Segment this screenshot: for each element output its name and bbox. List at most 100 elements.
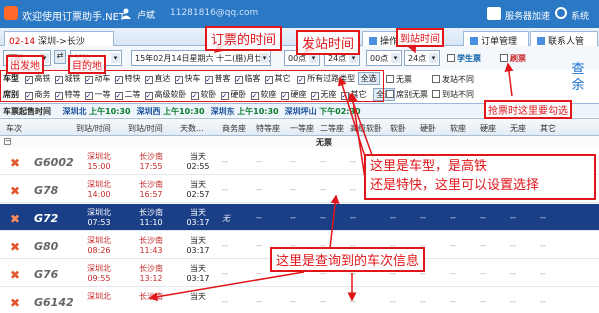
- remove-icon[interactable]: ✖: [10, 296, 20, 310]
- column-header[interactable]: 特等座: [256, 123, 280, 134]
- arrive-diff-option[interactable]: 到站不同: [432, 89, 474, 100]
- seat-cell[interactable]: --: [256, 297, 262, 306]
- seat-cell[interactable]: --: [450, 241, 456, 250]
- start-diff-option[interactable]: 发站不同: [432, 74, 474, 85]
- tab-query[interactable]: 02-14 深圳->长沙: [4, 31, 114, 47]
- seat-cell[interactable]: --: [222, 157, 228, 166]
- chevron-down-icon: ▾: [429, 53, 438, 63]
- seat-cell[interactable]: --: [450, 213, 456, 222]
- seat-cell[interactable]: --: [510, 269, 516, 278]
- seat-cell[interactable]: --: [480, 269, 486, 278]
- start-diff-checkbox[interactable]: [432, 75, 440, 83]
- column-header[interactable]: 硬卧: [420, 123, 436, 134]
- username[interactable]: 卢斌: [137, 8, 155, 21]
- column-header[interactable]: 高级软卧: [350, 123, 382, 134]
- seat-cell[interactable]: --: [480, 241, 486, 250]
- seat-cell[interactable]: --: [222, 269, 228, 278]
- to-station: 长沙南: [139, 264, 163, 273]
- remove-icon[interactable]: ✖: [10, 184, 20, 198]
- seat-cell[interactable]: --: [510, 213, 516, 222]
- seat-cell[interactable]: --: [390, 213, 396, 222]
- seat-cell[interactable]: --: [540, 213, 546, 222]
- seat-cell[interactable]: --: [450, 297, 456, 306]
- column-header[interactable]: 无座: [510, 123, 526, 134]
- seat-no-ticket-option[interactable]: 席别无票: [386, 89, 428, 100]
- table-row[interactable]: ✖ G6142 深圳北 长沙南 当天 -- -- -- -- -- -- -- -- -- -- --: [0, 288, 599, 313]
- seat-cell[interactable]: --: [540, 241, 546, 250]
- from-time: 07:53: [87, 218, 111, 227]
- seat-cell[interactable]: --: [420, 297, 426, 306]
- server-icon[interactable]: [487, 7, 501, 20]
- seat-cell[interactable]: --: [510, 241, 516, 250]
- seat-cell[interactable]: --: [222, 185, 228, 194]
- remove-icon[interactable]: ✖: [10, 156, 20, 170]
- seat-cell[interactable]: --: [256, 213, 262, 222]
- remove-icon[interactable]: ✖: [10, 212, 20, 226]
- student-ticket-option[interactable]: 学生票: [447, 53, 481, 64]
- search-button[interactable]: 查余: [560, 62, 596, 98]
- seat-cell[interactable]: --: [350, 297, 356, 306]
- seat-cell[interactable]: --: [480, 213, 486, 222]
- arrive-time-from-select[interactable]: 00点 ▾: [366, 50, 402, 66]
- arrive-diff-checkbox[interactable]: [432, 90, 440, 98]
- seat-cell[interactable]: --: [350, 185, 356, 194]
- system-icon[interactable]: [555, 7, 567, 19]
- no-ticket-checkbox[interactable]: [386, 75, 394, 83]
- seat-cell[interactable]: --: [320, 213, 326, 222]
- group-row[interactable]: − 无票: [0, 136, 599, 148]
- system-menu[interactable]: 系统: [571, 9, 589, 22]
- column-header[interactable]: 商务座: [222, 123, 246, 134]
- column-header[interactable]: 硬座: [480, 123, 496, 134]
- remove-icon[interactable]: ✖: [10, 268, 20, 282]
- seat-cell[interactable]: --: [450, 269, 456, 278]
- seat-cell[interactable]: --: [290, 297, 296, 306]
- column-header[interactable]: 车次: [6, 123, 22, 134]
- column-header[interactable]: 软座: [450, 123, 466, 134]
- column-header[interactable]: 二等座: [320, 123, 344, 134]
- seat-cell[interactable]: --: [290, 185, 296, 194]
- seat-cell[interactable]: --: [222, 297, 228, 306]
- column-header[interactable]: 其它: [540, 123, 556, 134]
- seat-cell[interactable]: --: [480, 297, 486, 306]
- brush-ticket-checkbox[interactable]: [500, 54, 508, 62]
- seat-cell[interactable]: --: [222, 241, 228, 250]
- arrive-time-to-select[interactable]: 24点 ▾: [404, 50, 440, 66]
- seat-cell[interactable]: --: [320, 185, 326, 194]
- seat-cell[interactable]: --: [320, 297, 326, 306]
- server-accelerate-button[interactable]: 服务器加速: [505, 9, 550, 22]
- column-header[interactable]: 到站/时间: [76, 123, 111, 134]
- seat-cell[interactable]: --: [256, 269, 262, 278]
- seat-cell[interactable]: --: [420, 213, 426, 222]
- column-header[interactable]: 一等座: [290, 123, 314, 134]
- no-ticket-option[interactable]: 无票: [386, 74, 412, 85]
- seat-cell[interactable]: --: [290, 157, 296, 166]
- seat-cell[interactable]: --: [350, 157, 356, 166]
- column-header[interactable]: 软卧: [390, 123, 406, 134]
- seat-cell[interactable]: --: [540, 269, 546, 278]
- train-code: G76: [34, 268, 59, 281]
- column-header[interactable]: 天数...: [180, 123, 204, 134]
- student-ticket-checkbox[interactable]: [447, 54, 455, 62]
- date-select[interactable]: 15年02月14日星期六 十二(腊)月廿六 ▾: [131, 50, 271, 66]
- seat-cell[interactable]: --: [510, 297, 516, 306]
- seat-no-ticket-checkbox[interactable]: [386, 90, 394, 98]
- seat-cell[interactable]: --: [320, 157, 326, 166]
- seat-cell[interactable]: --: [290, 213, 296, 222]
- swap-stations-button[interactable]: ⇄: [54, 50, 66, 64]
- seat-cell[interactable]: 无: [222, 213, 230, 224]
- seat-cell[interactable]: --: [256, 157, 262, 166]
- chevron-down-icon: ▾: [260, 53, 269, 63]
- brush-ticket-option[interactable]: 刷票: [500, 53, 526, 64]
- tab-contacts[interactable]: 联系人管理: [530, 31, 598, 60]
- seat-cell[interactable]: --: [540, 297, 546, 306]
- remove-icon[interactable]: ✖: [10, 240, 20, 254]
- column-header[interactable]: 到站/时间: [128, 123, 163, 134]
- seat-cell[interactable]: --: [256, 185, 262, 194]
- seat-cell[interactable]: --: [256, 241, 262, 250]
- seat-cell[interactable]: --: [350, 213, 356, 222]
- collapse-icon[interactable]: −: [4, 138, 11, 145]
- date-value: 15年02月14日星期六 十二(腊)月廿六: [135, 54, 271, 63]
- tab-orders[interactable]: 订单管理: [463, 31, 529, 47]
- seat-cell[interactable]: --: [390, 297, 396, 306]
- table-row[interactable]: ✖ G72 深圳北 07:53 长沙南 11:10 当天 03:17 无 -- -- -- -- -- --…: [0, 204, 599, 231]
